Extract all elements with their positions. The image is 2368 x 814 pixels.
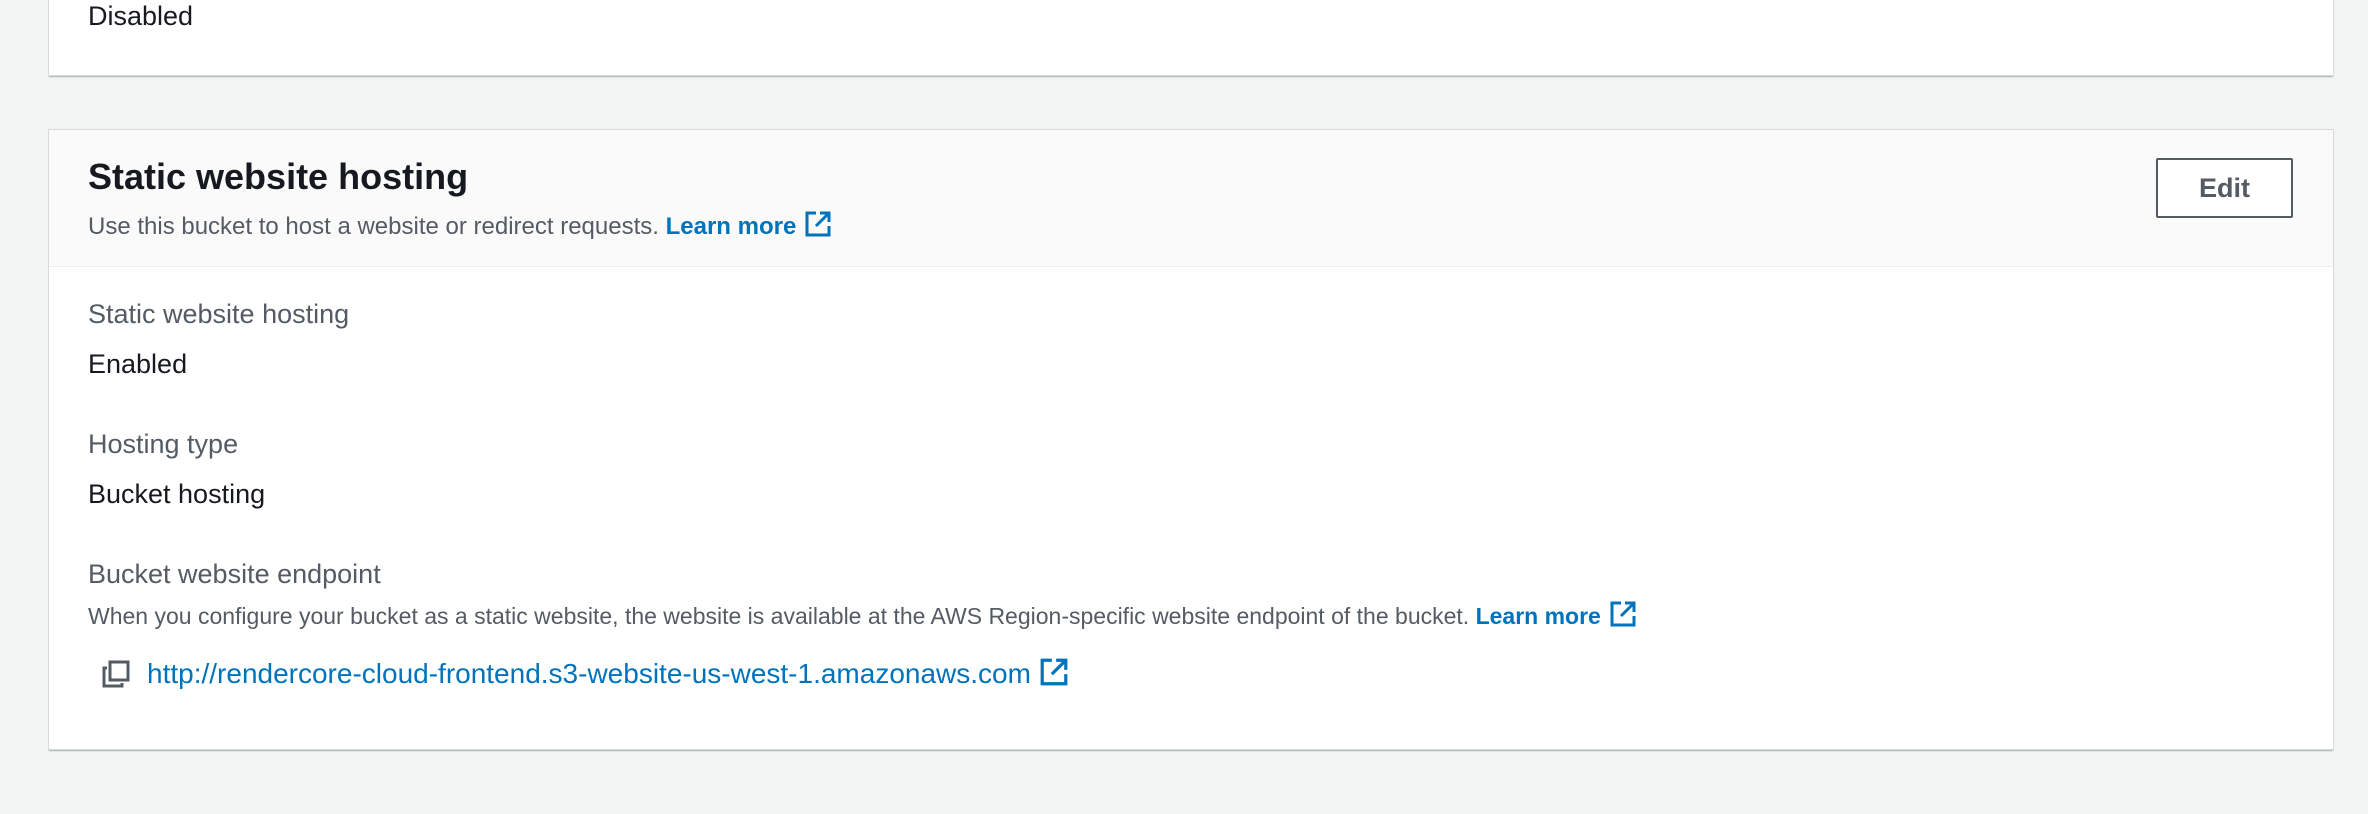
previous-section-value: Disabled	[88, 1, 194, 31]
endpoint-description: When you configure your bucket as a stat…	[88, 600, 1637, 631]
endpoint-description-text: When you configure your bucket as a stat…	[88, 603, 1470, 629]
hosting-status-label: Static website hosting	[88, 299, 350, 329]
copy-icon[interactable]	[101, 659, 131, 689]
hosting-type-label: Hosting type	[88, 429, 239, 459]
hosting-type-value: Bucket hosting	[88, 479, 266, 509]
endpoint-learn-more-link[interactable]: Learn more	[1475, 601, 1637, 629]
endpoint-row: http://rendercore-cloud-frontend.s3-webs…	[101, 657, 1069, 691]
panel-header: Static website hosting Use this bucket t…	[49, 130, 2333, 267]
endpoint-learn-more-label: Learn more	[1475, 603, 1601, 629]
external-link-icon	[1610, 601, 1636, 627]
static-website-hosting-panel: Static website hosting Use this bucket t…	[48, 129, 2334, 750]
learn-more-link[interactable]: Learn more	[665, 211, 833, 240]
learn-more-label: Learn more	[665, 213, 797, 240]
edit-button[interactable]: Edit	[2156, 158, 2293, 218]
panel-description-text: Use this bucket to host a website or red…	[88, 213, 659, 240]
endpoint-url-link[interactable]: http://rendercore-cloud-frontend.s3-webs…	[147, 657, 1069, 691]
hosting-status-value: Enabled	[88, 349, 188, 379]
endpoint-url: http://rendercore-cloud-frontend.s3-webs…	[147, 658, 1031, 689]
external-link-icon	[805, 211, 831, 237]
panel-description: Use this bucket to host a website or red…	[88, 210, 832, 242]
external-link-icon	[1040, 658, 1068, 686]
endpoint-label: Bucket website endpoint	[88, 559, 381, 589]
panel-title: Static website hosting	[88, 156, 469, 197]
previous-section-panel: Disabled	[48, 0, 2334, 76]
